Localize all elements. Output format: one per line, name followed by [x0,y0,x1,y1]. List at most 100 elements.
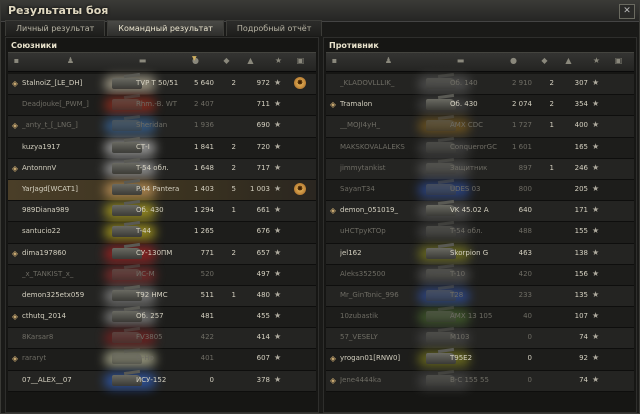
table-row[interactable]: ◈ rararyt O-Ho 401 607 ★ [8,349,316,371]
xp-icon[interactable]: ▲ [564,57,573,65]
damage-value: 897 [518,163,532,172]
damage-value: 800 [518,184,532,193]
table-row[interactable]: 07__ALEX__07 ИСУ-152 0 378 ★ [8,370,316,392]
damage-value: 233 [518,290,532,299]
table-row[interactable]: 57_VESELY M103 0 74 ★ [326,328,634,350]
allies-rows: ◈ StalnoiZ_[LE_DH] TVP T 50/51 5 640 2 972 ★ ✸ D… [8,74,316,392]
player-icon[interactable]: ♟ [384,57,393,65]
damage-value: 0 [527,375,532,384]
star-icon: ★ [592,268,600,278]
table-row[interactable]: YarJagd[WCAT1] P.44 Pantera 1 403 5 1 003 ★ ✸ [8,179,316,202]
allies-panel: Союзники ▪ ♟ ▬ ● ▼ ◆ ▲ ★ ▣ ◈ StalnoiZ_[LE… [5,37,319,413]
platoon-icon: ◈ [329,100,337,110]
table-row[interactable]: Aleks352500 T-10 420 156 ★ [326,264,634,286]
player-name: AntonnnV [22,163,57,172]
damage-icon[interactable]: ● [509,57,518,65]
table-row[interactable]: ◈ Jene4444ka B-C 155 55 0 74 ★ [326,370,634,392]
table-row[interactable]: SayanT34 UDES 03 800 205 ★ [326,179,634,202]
close-button[interactable]: ✕ [619,4,635,19]
table-row[interactable]: _KLADOVLLLIK_ Об. 140 2 910 2 307 ★ [326,74,634,96]
tank-icon[interactable]: ▬ [456,57,465,65]
tank-icon[interactable]: ▬ [138,57,147,65]
table-row[interactable]: Mr_GinTonic_996 T28 233 135 ★ [326,285,634,308]
kills-value: 2 [549,79,554,87]
star-icon[interactable]: ★ [592,57,601,65]
xp-value: 156 [574,269,588,278]
table-row[interactable]: ◈ _anty_t_[_LNG_] Sheridan 1 936 690 ★ [8,116,316,138]
damage-value: 422 [200,333,214,342]
table-row[interactable]: 8Karsar8 FV3805 422 414 ★ [8,328,316,350]
player-name: rararyt [22,354,47,363]
xp-value: 246 [574,163,588,172]
player-name: Deadjouke[_PWM_] [22,100,89,109]
table-row[interactable]: 989Diana989 Об. 430 1 294 1 661 ★ [8,201,316,223]
table-row[interactable]: ◈ cthutq_2014 Об. 257 481 455 ★ [8,307,316,329]
table-row[interactable]: jimmytankist Защитник 897 1 246 ★ [326,158,634,180]
xp-value: 1 003 [249,184,270,193]
achievement-medal-icon[interactable]: ✸ [294,77,306,89]
table-row[interactable]: MAKSKOVALALEKS ConquerorGC 1 601 165 ★ [326,137,634,159]
xp-value: 717 [256,163,270,172]
xp-value: 138 [574,248,588,257]
star-icon[interactable]: ★ [274,57,283,65]
table-row[interactable]: ◈ yrogan01[RNW0] T95E2 0 92 ★ [326,349,634,371]
star-icon: ★ [592,78,600,87]
star-icon: ★ [274,162,282,172]
platoon-icon: ◈ [329,354,337,364]
table-row[interactable]: demon325etx059 T92 HMC 511 1 480 ★ [8,285,316,308]
star-icon: ★ [592,162,600,172]
table-row[interactable]: kuzya1917 СТ-I 1 841 2 720 ★ [8,137,316,159]
star-icon: ★ [592,311,600,321]
xp-value: 400 [574,121,588,130]
xp-value: 171 [574,206,588,215]
kills-value: 5 [231,184,236,193]
tab-team-result[interactable]: Командный результат [107,20,224,36]
table-row[interactable]: ◈ demon_051019_ VK 45.02 A 640 171 ★ [326,201,634,223]
table-row[interactable]: _x_TANKIST_x_ ИС-М 520 497 ★ [8,264,316,286]
star-icon: ★ [274,353,282,363]
star-icon: ★ [274,183,282,193]
kills-icon[interactable]: ◆ [540,57,549,65]
star-icon: ★ [592,289,600,299]
table-row[interactable]: ◈ StalnoiZ_[LE_DH] TVP T 50/51 5 640 2 972 ★ ✸ [8,74,316,96]
xp-value: 720 [256,142,270,151]
kills-value: 1 [231,206,236,215]
table-row[interactable]: __MOJI4yH_ AMX CDC 1 727 1 400 ★ [326,116,634,138]
xp-value: 455 [256,312,270,321]
damage-value: 5 640 [193,79,214,87]
table-row[interactable]: santucio22 T-44 1 265 676 ★ [8,222,316,244]
tab-detailed-report[interactable]: Подробный отчёт [225,20,323,36]
allies-title: Союзники [11,41,57,50]
table-row[interactable]: 10zubastik AMX 13 105 40 107 ★ [326,307,634,329]
table-row[interactable]: Deadjouke[_PWM_] Rhm.-B. WT 2 407 711 ★ [8,95,316,117]
xp-value: 165 [574,142,588,151]
player-icon[interactable]: ♟ [66,57,75,65]
xp-value: 607 [256,354,270,363]
platoon-icon[interactable]: ▪ [330,57,339,65]
damage-value: 511 [200,290,214,299]
platoon-icon[interactable]: ▪ [12,57,21,65]
damage-icon[interactable]: ● ▼ [191,55,200,65]
star-icon: ★ [592,99,600,109]
medal-icon[interactable]: ▣ [296,57,305,65]
achievement-medal-icon[interactable]: ✸ [294,182,306,195]
enemies-header: ▪ ♟ ▬ ● ◆ ▲ ★ ▣ [326,52,634,72]
table-row[interactable]: uHCTpyKTOp T-54 обл. 488 155 ★ [326,222,634,244]
xp-value: 92 [579,354,588,363]
table-row[interactable]: ◈ dima197860 СУ-130ПМ 771 2 657 ★ [8,243,316,265]
xp-value: 972 [256,79,270,87]
damage-value: 0 [209,375,214,384]
kills-value: 2 [549,100,554,109]
damage-value: 1 265 [193,227,214,236]
star-icon: ★ [274,332,282,342]
star-icon: ★ [592,374,600,384]
table-row[interactable]: ◈ Tramalon Об. 430 2 074 2 354 ★ [326,95,634,117]
player-name: 8Karsar8 [22,333,54,342]
enemies-panel: Противник ▪ ♟ ▬ ● ◆ ▲ ★ ▣ _KLADOVLLLIK_ О… [323,37,637,413]
table-row[interactable]: ◈ AntonnnV T-54 обл. 1 648 2 717 ★ [8,158,316,180]
tab-personal-result[interactable]: Личный результат [5,20,106,36]
table-row[interactable]: jel162 Skorpion G 463 138 ★ [326,243,634,265]
xp-icon[interactable]: ▲ [246,57,255,65]
medal-icon[interactable]: ▣ [614,57,623,65]
kills-icon[interactable]: ◆ [222,57,231,65]
